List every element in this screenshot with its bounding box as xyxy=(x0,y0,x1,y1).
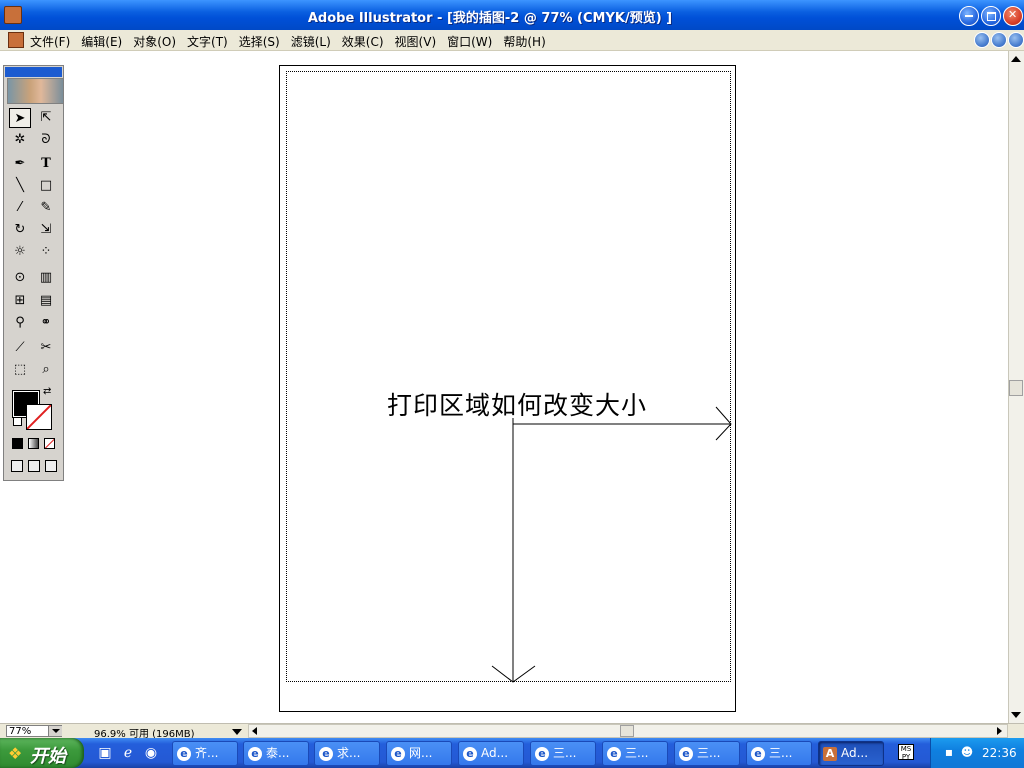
taskbar-button[interactable]: e 三... xyxy=(530,741,596,766)
scroll-down-arrow-icon[interactable] xyxy=(1011,712,1021,718)
taskbar-button[interactable]: e Ad... xyxy=(458,741,524,766)
horizontal-arrow xyxy=(513,406,732,441)
media-quicklaunch-icon[interactable]: ◉ xyxy=(143,745,159,761)
arrows-overlay xyxy=(491,406,732,683)
ie-icon: e xyxy=(535,746,549,761)
scroll-left-arrow-icon[interactable] xyxy=(252,727,257,735)
status-menu-arrow-icon[interactable] xyxy=(232,729,242,735)
illustrator-icon: A xyxy=(823,746,837,761)
taskbar-button[interactable]: e 网... xyxy=(386,741,452,766)
vertical-arrow xyxy=(491,418,536,683)
ie-icon: e xyxy=(679,746,693,761)
clock[interactable]: 22:36 xyxy=(982,746,1017,760)
taskbar-button[interactable]: e 三... xyxy=(746,741,812,766)
network-icon[interactable]: ▪ xyxy=(942,745,956,759)
qq-icon[interactable]: ☻ xyxy=(960,745,974,759)
vertical-scroll-thumb[interactable] xyxy=(1009,380,1023,396)
taskbar-button[interactable]: e 三... xyxy=(602,741,668,766)
ie-icon: e xyxy=(248,746,262,761)
ie-icon: e xyxy=(391,746,405,761)
taskbar-button[interactable]: e 齐... xyxy=(172,741,238,766)
ie-icon: e xyxy=(751,746,765,761)
taskbar-button[interactable]: e 求... xyxy=(314,741,380,766)
ie-quicklaunch-icon[interactable]: ℯ xyxy=(120,745,136,761)
ie-icon: e xyxy=(319,746,333,761)
taskbar-button[interactable]: e 三... xyxy=(674,741,740,766)
ie-icon: e xyxy=(177,746,191,761)
ime-icon[interactable]: MS PY xyxy=(898,744,914,761)
ie-icon: e xyxy=(607,746,621,761)
scroll-up-arrow-icon[interactable] xyxy=(1011,56,1021,62)
taskbar-button-active[interactable]: A Ad... xyxy=(818,741,884,766)
taskbar-button[interactable]: e 泰... xyxy=(243,741,309,766)
scroll-right-arrow-icon[interactable] xyxy=(997,727,1002,735)
start-label: 开始 xyxy=(30,746,66,767)
horizontal-scroll-thumb[interactable] xyxy=(620,725,634,737)
ie-icon: e xyxy=(463,746,477,761)
show-desktop-icon[interactable]: ▣ xyxy=(97,745,113,761)
windows-logo-icon: ❖ xyxy=(8,744,23,763)
zoom-dropdown-icon[interactable] xyxy=(48,726,62,736)
